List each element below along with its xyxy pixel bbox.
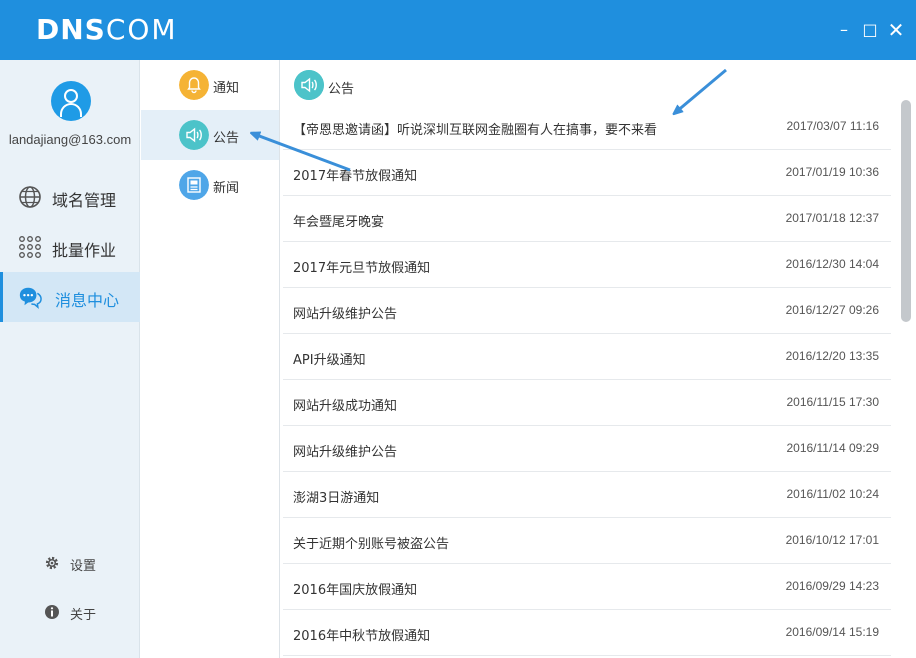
maximize-button[interactable]: □ [860,20,880,40]
list-item[interactable]: 2017年元旦节放假通知 2016/12/30 14:04 [283,242,891,288]
item-date: 2016/12/27 09:26 [785,303,879,317]
nav-label: 域名管理 [52,191,117,210]
nav-label: 消息中心 [55,291,120,310]
globe-icon [19,186,41,208]
item-date: 2017/01/18 12:37 [785,211,879,225]
item-title: 网站升级维护公告 [293,307,398,322]
item-title: 2016年中秋节放假通知 [293,629,431,644]
bell-icon [179,70,209,100]
item-date: 2016/09/29 14:23 [785,579,879,593]
nav-item-message-center[interactable]: 消息中心 [0,272,140,322]
list-item[interactable]: 【帝恩思邀请函】听说深圳互联网金融圈有人在搞事，要不来看 2017/03/07 1… [283,104,891,150]
user-email: landajiang@163.com [8,132,132,147]
announcement-list: 【帝恩思邀请函】听说深圳互联网金融圈有人在搞事，要不来看 2017/03/07 1… [281,104,893,656]
item-title: 年会暨尾牙晚宴 [293,215,385,230]
sub-nav: 通知 公告 新闻 [141,60,280,658]
nav-label: 批量作业 [52,241,117,260]
list-item[interactable]: 关于近期个别账号被盗公告 2016/10/12 17:01 [283,518,891,564]
dots-grid-icon [19,236,41,258]
announcement-panel: 公告 【帝恩思邀请函】听说深圳互联网金融圈有人在搞事，要不来看 2017/03/0… [281,60,916,658]
sub-label: 新闻 [213,181,240,196]
list-item[interactable]: 网站升级维护公告 2016/12/27 09:26 [283,288,891,334]
sub-item-notifications[interactable]: 通知 [141,60,279,110]
sub-label: 公告 [213,131,240,146]
sub-item-news[interactable]: 新闻 [141,160,279,210]
panel-header: 公告 [281,60,916,104]
list-item[interactable]: 2016年中秋节放假通知 2016/09/14 15:19 [283,610,891,656]
list-item[interactable]: API升级通知 2016/12/20 13:35 [283,334,891,380]
minimize-button[interactable]: – [834,20,854,40]
item-title: 网站升级成功通知 [293,399,398,414]
item-title: API升级通知 [293,353,366,368]
news-icon [179,170,209,200]
dnscom-logo: DNSCOM [36,10,178,50]
settings-label: 设置 [70,559,97,574]
item-date: 2016/11/15 17:30 [786,395,879,409]
speaker-icon [294,70,324,100]
sub-label: 通知 [213,81,240,96]
speaker-icon [179,120,209,150]
chat-bubbles-icon [19,287,42,309]
item-date: 2016/11/02 10:24 [786,487,879,501]
item-title: 关于近期个别账号被盗公告 [293,537,450,552]
title-bar: DNSCOM – □ ✕ [0,0,916,60]
list-item[interactable]: 2017年春节放假通知 2017/01/19 10:36 [283,150,891,196]
item-date: 2016/12/20 13:35 [785,349,879,363]
list-item[interactable]: 网站升级成功通知 2016/11/15 17:30 [283,380,891,426]
sub-item-announcements[interactable]: 公告 [141,110,279,160]
nav-item-domain-management[interactable]: 域名管理 [0,172,140,222]
item-date: 2016/11/14 09:29 [786,441,879,455]
page-title: 公告 [328,82,355,97]
item-date: 2017/01/19 10:36 [785,165,879,179]
info-icon [45,605,59,619]
list-item[interactable]: 年会暨尾牙晚宴 2017/01/18 12:37 [283,196,891,242]
logo-bold-text: DNS [36,13,106,46]
left-nav: landajiang@163.com 域名管理 批量作业 消息中心 设置 关于 [0,60,140,658]
about-label: 关于 [70,608,97,623]
item-date: 2016/10/12 17:01 [785,533,879,547]
scrollbar[interactable] [901,100,911,322]
item-date: 2017/03/07 11:16 [786,119,879,133]
close-button[interactable]: ✕ [886,20,906,40]
item-title: 网站升级维护公告 [293,445,398,460]
list-item[interactable]: 网站升级维护公告 2016/11/14 09:29 [283,426,891,472]
item-title: 澎湖3日游通知 [293,491,380,506]
item-title: 【帝恩思邀请函】听说深圳互联网金融圈有人在搞事，要不来看 [293,123,658,138]
gear-icon [45,556,59,570]
list-item[interactable]: 澎湖3日游通知 2016/11/02 10:24 [283,472,891,518]
item-title: 2017年春节放假通知 [293,169,418,184]
list-item[interactable]: 2016年国庆放假通知 2016/09/29 14:23 [283,564,891,610]
item-title: 2016年国庆放假通知 [293,583,418,598]
item-date: 2016/12/30 14:04 [785,257,879,271]
item-title: 2017年元旦节放假通知 [293,261,431,276]
item-date: 2016/09/14 15:19 [785,625,879,639]
avatar[interactable] [51,81,91,121]
logo-light-text: COM [105,13,178,46]
nav-item-batch-jobs[interactable]: 批量作业 [0,222,140,272]
